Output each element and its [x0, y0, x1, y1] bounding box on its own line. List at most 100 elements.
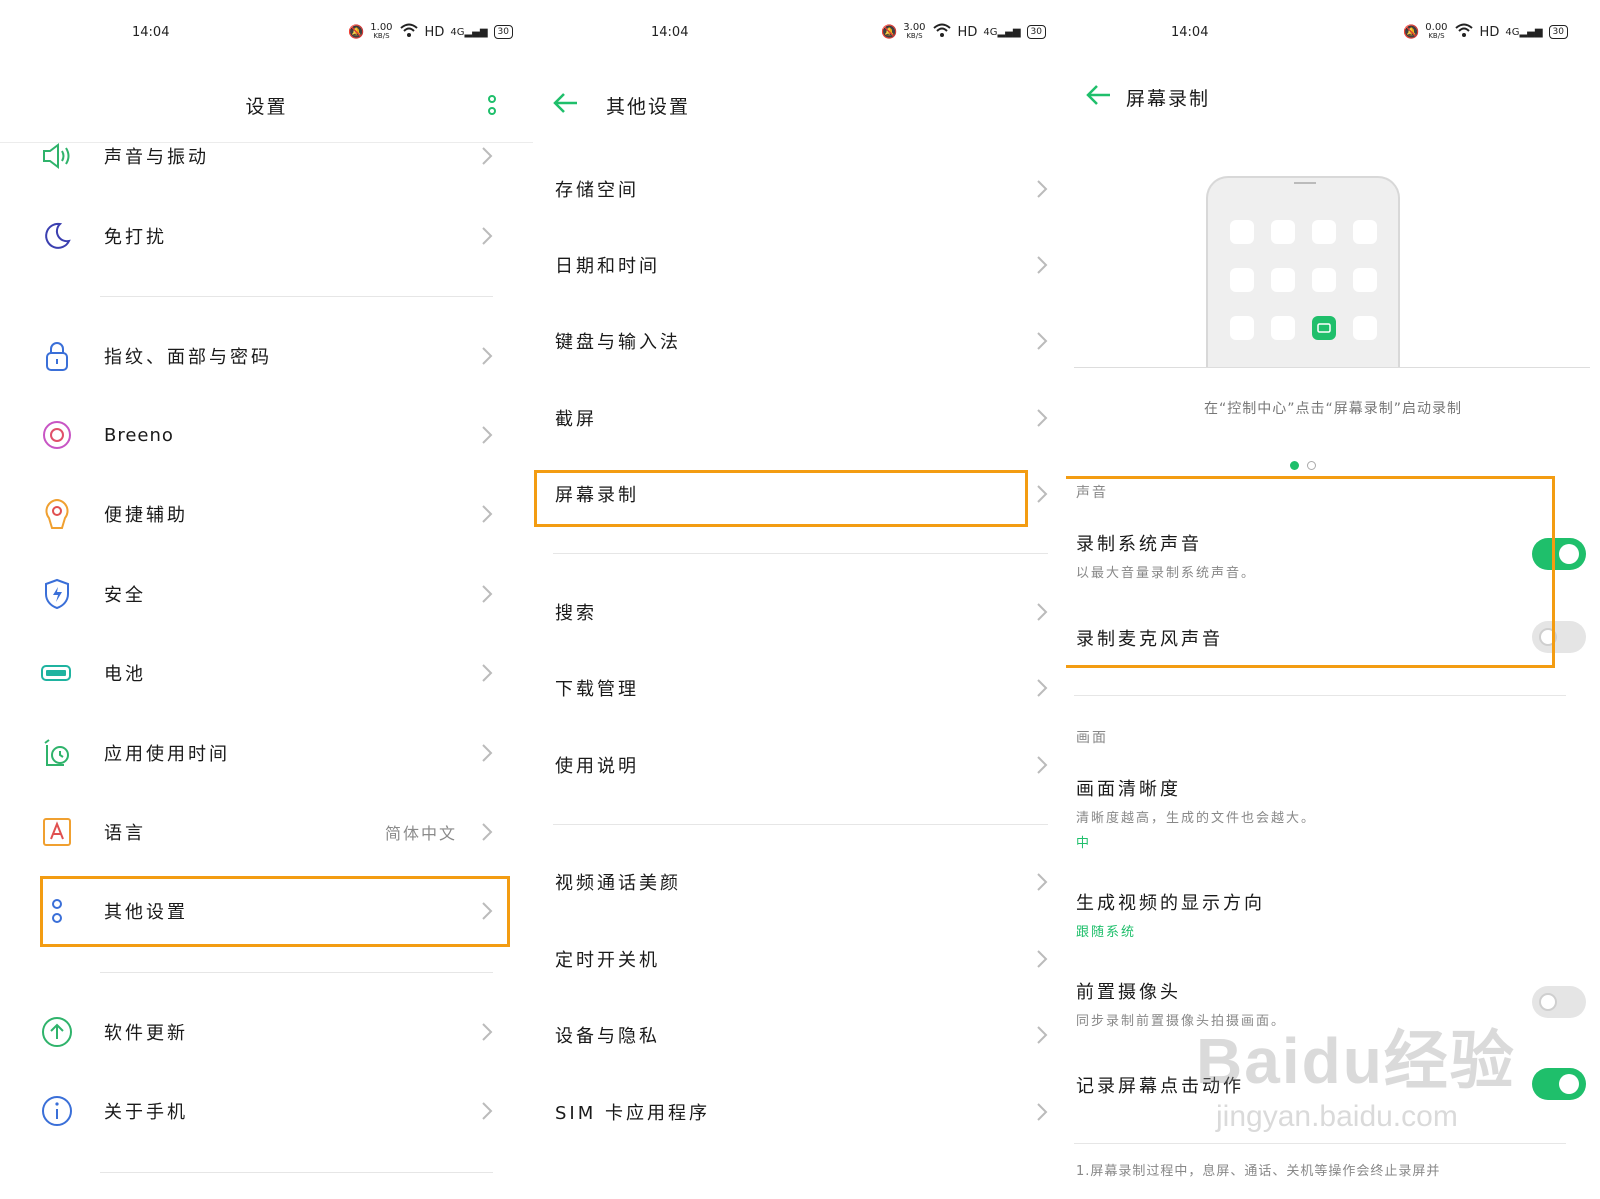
highlight-screen-record: [534, 470, 1028, 527]
wifi-icon: [399, 22, 419, 42]
chevron-right-icon: [482, 505, 493, 523]
signal-icon: 4G▂▄▆: [983, 26, 1021, 38]
settings-item-language[interactable]: 语言 简体中文: [0, 802, 533, 862]
chevron-right-icon: [1037, 950, 1048, 968]
page-title: 其他设置: [606, 96, 691, 118]
other-item-storage[interactable]: 存储空间: [533, 159, 1066, 219]
settings-item-label: 关于手机: [104, 1102, 188, 1123]
wifi-icon: [932, 22, 952, 42]
screen-record-app-icon: [1312, 316, 1336, 340]
settings-item-label: 指纹、面部与密码: [104, 347, 272, 368]
settings-item-label: 软件更新: [104, 1023, 188, 1044]
settings-item-battery[interactable]: 电池: [0, 643, 533, 703]
chevron-right-icon: [1037, 332, 1048, 350]
chevron-right-icon: [482, 1023, 493, 1041]
chevron-right-icon: [482, 585, 493, 603]
app-time-icon: [40, 736, 74, 770]
hd-label: HD: [424, 24, 445, 40]
network-speed: 0.00 KB/S: [1425, 22, 1448, 41]
carousel-dot[interactable]: [1307, 461, 1316, 470]
chevron-right-icon: [1037, 756, 1048, 774]
assist-icon: [40, 497, 74, 531]
settings-item-security-lock[interactable]: 指纹、面部与密码: [0, 326, 533, 386]
chevron-right-icon: [482, 664, 493, 682]
lock-icon: [40, 339, 74, 373]
chevron-right-icon: [482, 1102, 493, 1120]
settings-item-safety[interactable]: 安全: [0, 564, 533, 624]
front-camera-title: 前置摄像头: [1076, 982, 1181, 1003]
other-item-search[interactable]: 搜索: [533, 582, 1066, 642]
chevron-right-icon: [1037, 180, 1048, 198]
other-item-label: 键盘与输入法: [555, 332, 681, 353]
network-speed: 3.00 KB/S: [903, 22, 926, 41]
status-time: 14:04: [1171, 25, 1209, 40]
clarity-subtitle: 清晰度越高，生成的文件也会越大。: [1076, 811, 1317, 826]
chevron-right-icon: [1037, 873, 1048, 891]
settings-item-sound[interactable]: 声音与振动: [0, 126, 533, 186]
chevron-right-icon: [482, 426, 493, 444]
status-time: 14:04: [132, 25, 170, 40]
page-title: 屏幕录制: [1126, 88, 1211, 110]
settings-item-breeno[interactable]: Breeno: [0, 405, 533, 465]
language-value: 简体中文: [384, 824, 457, 843]
other-item-sim-apps[interactable]: SIM 卡应用程序: [533, 1082, 1066, 1142]
moon-icon: [40, 219, 74, 253]
chevron-right-icon: [482, 227, 493, 245]
settings-item-update[interactable]: 软件更新: [0, 1002, 533, 1062]
mute-icon: 🔕: [1403, 24, 1420, 40]
chevron-right-icon: [482, 147, 493, 165]
carousel-indicator[interactable]: [1290, 461, 1316, 470]
screen-record-screen: 14:04 🔕 0.00 KB/S HD 4G▂▄▆ 30 屏幕录制 在“控制中心…: [1066, 0, 1600, 1199]
section-header-picture: 画面: [1076, 730, 1108, 746]
back-arrow-icon[interactable]: [1084, 80, 1114, 110]
settings-item-dnd[interactable]: 免打扰: [0, 206, 533, 266]
settings-item-label: 应用使用时间: [104, 744, 230, 765]
update-icon: [40, 1015, 74, 1049]
battery-status-icon: 30: [1026, 25, 1046, 39]
status-bar: 14:04 🔕 1.00 KB/S HD 4G▂▄▆ 30: [0, 22, 533, 44]
settings-item-label: 安全: [104, 585, 146, 606]
settings-item-about[interactable]: 关于手机: [0, 1081, 533, 1141]
other-settings-screen: 14:04 🔕 3.00 KB/S HD 4G▂▄▆ 30 其他设置 存储空间 日…: [533, 0, 1066, 1199]
other-item-label: 定时开关机: [555, 950, 660, 971]
breeno-icon: [40, 418, 74, 452]
front-camera-toggle[interactable]: [1532, 986, 1586, 1018]
back-arrow-icon[interactable]: [551, 88, 581, 118]
chevron-right-icon: [1037, 485, 1048, 503]
carousel-dot-active[interactable]: [1290, 461, 1299, 470]
other-item-manual[interactable]: 使用说明: [533, 735, 1066, 795]
other-item-label: 存储空间: [555, 180, 639, 201]
settings-item-app-time[interactable]: 应用使用时间: [0, 723, 533, 783]
other-item-keyboard[interactable]: 键盘与输入法: [533, 311, 1066, 371]
language-icon: [40, 815, 74, 849]
wifi-icon: [1454, 22, 1474, 42]
page-title: 设置: [245, 96, 288, 118]
record-touches-toggle[interactable]: [1532, 1068, 1586, 1100]
chevron-right-icon: [1037, 603, 1048, 621]
other-item-video-beauty[interactable]: 视频通话美颜: [533, 852, 1066, 912]
other-item-scheduled-power[interactable]: 定时开关机: [533, 929, 1066, 989]
settings-item-assist[interactable]: 便捷辅助: [0, 484, 533, 544]
network-speed: 1.00 KB/S: [370, 22, 393, 41]
highlight-other-settings: [40, 876, 510, 947]
mute-icon: 🔕: [881, 24, 898, 40]
clarity-value: 中: [1076, 836, 1092, 851]
settings-item-label: 声音与振动: [104, 147, 209, 168]
other-item-label: 视频通话美颜: [555, 873, 681, 894]
settings-item-label: Breeno: [104, 424, 174, 446]
other-item-label: 使用说明: [555, 756, 639, 777]
more-options-icon[interactable]: [487, 94, 497, 118]
other-item-label: 下载管理: [555, 679, 639, 700]
speaker-icon: [40, 139, 74, 173]
baidu-watermark-url: jingyan.baidu.com: [1216, 1100, 1458, 1133]
other-item-datetime[interactable]: 日期和时间: [533, 235, 1066, 295]
other-item-downloads[interactable]: 下载管理: [533, 658, 1066, 718]
status-time: 14:04: [651, 25, 689, 40]
clarity-title: 画面清晰度: [1076, 779, 1181, 800]
other-item-label: SIM 卡应用程序: [555, 1103, 710, 1124]
settings-item-label: 语言: [104, 823, 146, 844]
other-item-screenshot[interactable]: 截屏: [533, 388, 1066, 448]
other-item-privacy[interactable]: 设备与隐私: [533, 1005, 1066, 1065]
chevron-right-icon: [482, 744, 493, 762]
other-item-label: 搜索: [555, 603, 597, 624]
